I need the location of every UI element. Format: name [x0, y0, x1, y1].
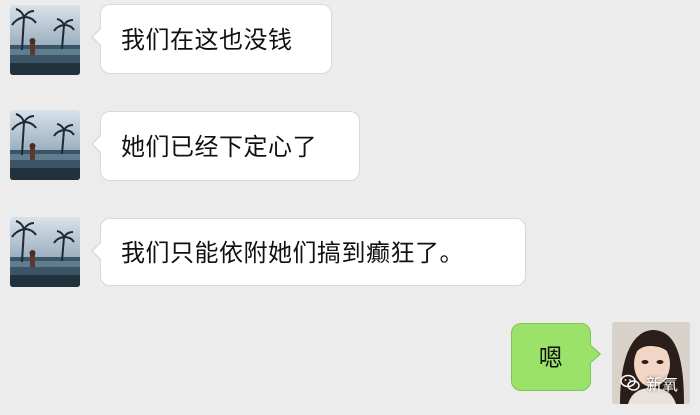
resort-pool-image [10, 110, 80, 180]
message-text: 我们在这也没钱 [121, 26, 293, 54]
message-text: 她们已经下定心了 [121, 133, 317, 161]
message-bubble[interactable]: 我们在这也没钱 [91, 4, 332, 74]
watermark: 新氧 [620, 371, 678, 395]
resort-pool-image [10, 217, 80, 287]
contact-avatar[interactable] [10, 110, 80, 180]
resort-pool-image [10, 5, 80, 75]
message-bubble[interactable]: 我们只能依附她们搞到癫狂了。 [91, 218, 526, 286]
message-text: 我们只能依附她们搞到癫狂了。 [121, 239, 464, 267]
contact-avatar[interactable] [10, 5, 80, 75]
chat-window: 我们在这也没钱 她们已经下定心了 我们只能依附她们搞到癫狂了。 嗯 新氧 [0, 0, 700, 415]
contact-avatar[interactable] [10, 217, 80, 287]
watermark-text: 新氧 [645, 375, 678, 394]
message-bubble-outgoing[interactable]: 嗯 [511, 323, 601, 391]
message-text: 嗯 [538, 344, 564, 372]
message-bubble[interactable]: 她们已经下定心了 [91, 111, 360, 181]
wechat-icon [620, 374, 640, 392]
